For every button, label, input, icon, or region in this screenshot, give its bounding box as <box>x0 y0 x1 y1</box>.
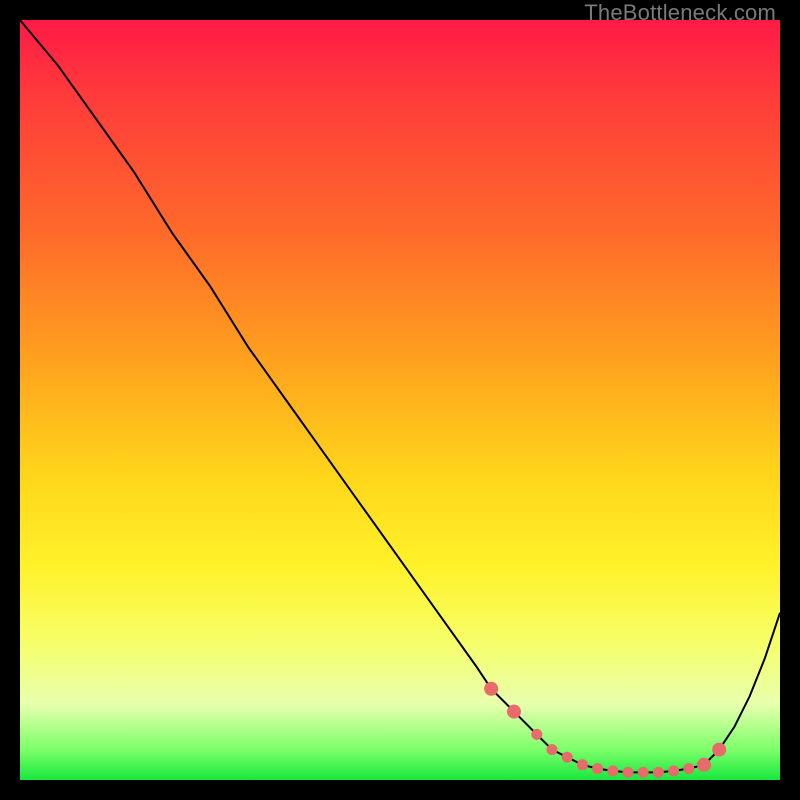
marker-point <box>668 765 679 776</box>
marker-point <box>562 752 573 763</box>
marker-point <box>547 744 558 755</box>
plot-area <box>20 20 780 780</box>
marker-point <box>683 763 694 774</box>
marker-point <box>623 767 634 778</box>
optimal-markers <box>484 682 726 778</box>
marker-point <box>592 763 603 774</box>
marker-point <box>653 767 664 778</box>
marker-point <box>697 758 711 772</box>
bottleneck-curve <box>20 20 780 772</box>
marker-point <box>638 767 649 778</box>
marker-point <box>484 682 498 696</box>
marker-point <box>607 765 618 776</box>
marker-point <box>712 743 726 757</box>
chart-svg <box>20 20 780 780</box>
marker-point <box>507 705 521 719</box>
chart-stage: TheBottleneck.com <box>0 0 800 800</box>
marker-point <box>531 729 542 740</box>
marker-point <box>577 759 588 770</box>
